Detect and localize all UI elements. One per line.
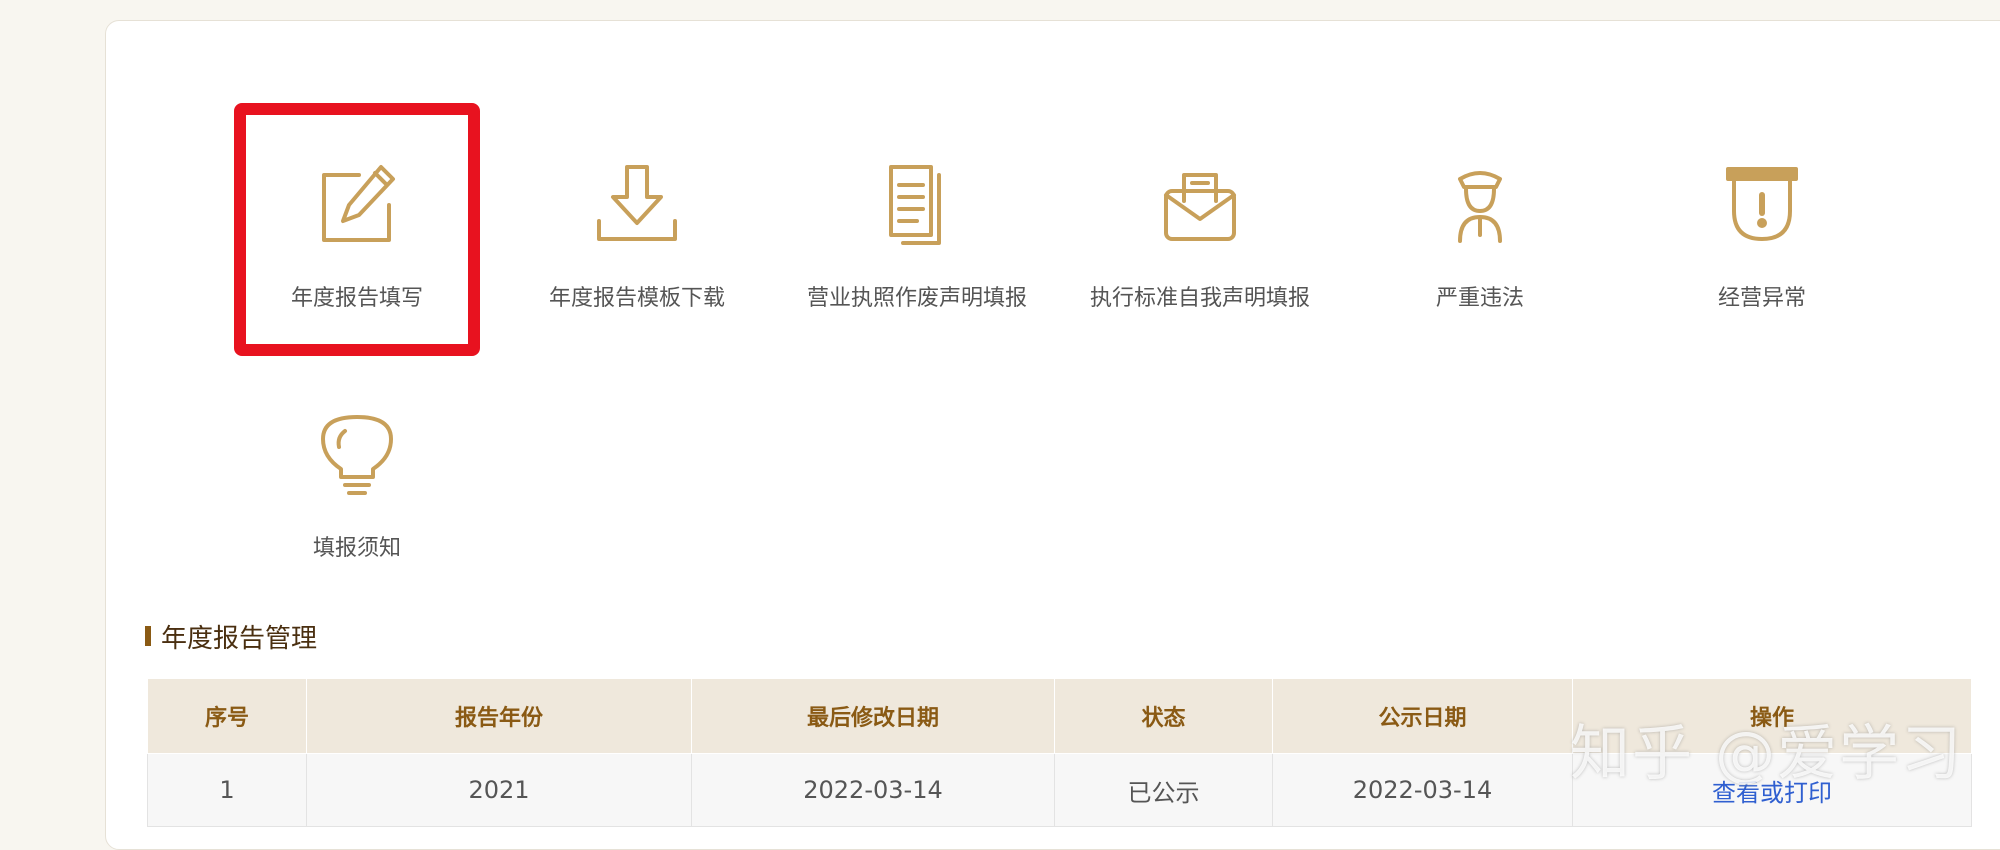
header-status: 状态 xyxy=(1054,678,1273,754)
tile-annual-report-fill[interactable]: 年度报告填写 xyxy=(232,125,482,311)
section-title-text: 年度报告管理 xyxy=(161,623,318,654)
cell-index: 1 xyxy=(147,753,307,827)
envelope-icon xyxy=(1150,155,1250,255)
edit-pencil-icon xyxy=(307,155,407,255)
tile-serious-violation[interactable]: 严重违法 xyxy=(1355,125,1605,311)
tile-label: 年度报告填写 xyxy=(290,286,423,311)
tile-operation-abnormal[interactable]: 经营异常 xyxy=(1637,125,1887,311)
officer-icon xyxy=(1430,155,1530,255)
tile-label: 执行标准自我声明填报 xyxy=(1089,286,1310,311)
tile-label: 填报须知 xyxy=(312,536,401,561)
annual-report-table: 序号 报告年份 最后修改日期 状态 公示日期 操作 1 2021 2022-03… xyxy=(147,678,1972,827)
title-accent-bar xyxy=(145,626,151,646)
header-index: 序号 xyxy=(147,678,307,754)
header-report-year: 报告年份 xyxy=(306,678,692,754)
header-action: 操作 xyxy=(1572,678,1972,754)
table-header-row: 序号 报告年份 最后修改日期 状态 公示日期 操作 xyxy=(147,678,1972,754)
header-publish-date: 公示日期 xyxy=(1272,678,1573,754)
cell-publish-date: 2022-03-14 xyxy=(1272,753,1573,827)
download-icon xyxy=(587,155,687,255)
document-icon xyxy=(867,155,967,255)
lightbulb-icon xyxy=(307,405,407,505)
cell-report-year: 2021 xyxy=(306,753,692,827)
view-or-print-link[interactable]: 查看或打印 xyxy=(1572,753,1972,827)
tile-label: 营业执照作废声明填报 xyxy=(806,286,1027,311)
tile-label: 严重违法 xyxy=(1435,286,1524,311)
warning-shield-icon xyxy=(1712,155,1812,255)
tile-label: 经营异常 xyxy=(1717,286,1806,311)
tile-license-void-declaration[interactable]: 营业执照作废声明填报 xyxy=(792,125,1042,311)
tile-label: 年度报告模板下载 xyxy=(548,286,725,311)
header-last-modified: 最后修改日期 xyxy=(691,678,1055,754)
cell-last-modified: 2022-03-14 xyxy=(691,753,1055,827)
table-row: 1 2021 2022-03-14 已公示 2022-03-14 查看或打印 xyxy=(147,753,1972,827)
tile-filing-notice[interactable]: 填报须知 xyxy=(232,375,482,561)
tile-template-download[interactable]: 年度报告模板下载 xyxy=(512,125,762,311)
cell-status: 已公示 xyxy=(1054,753,1273,827)
section-title: 年度报告管理 xyxy=(145,618,317,654)
tile-standard-self-declaration[interactable]: 执行标准自我声明填报 xyxy=(1075,125,1325,311)
